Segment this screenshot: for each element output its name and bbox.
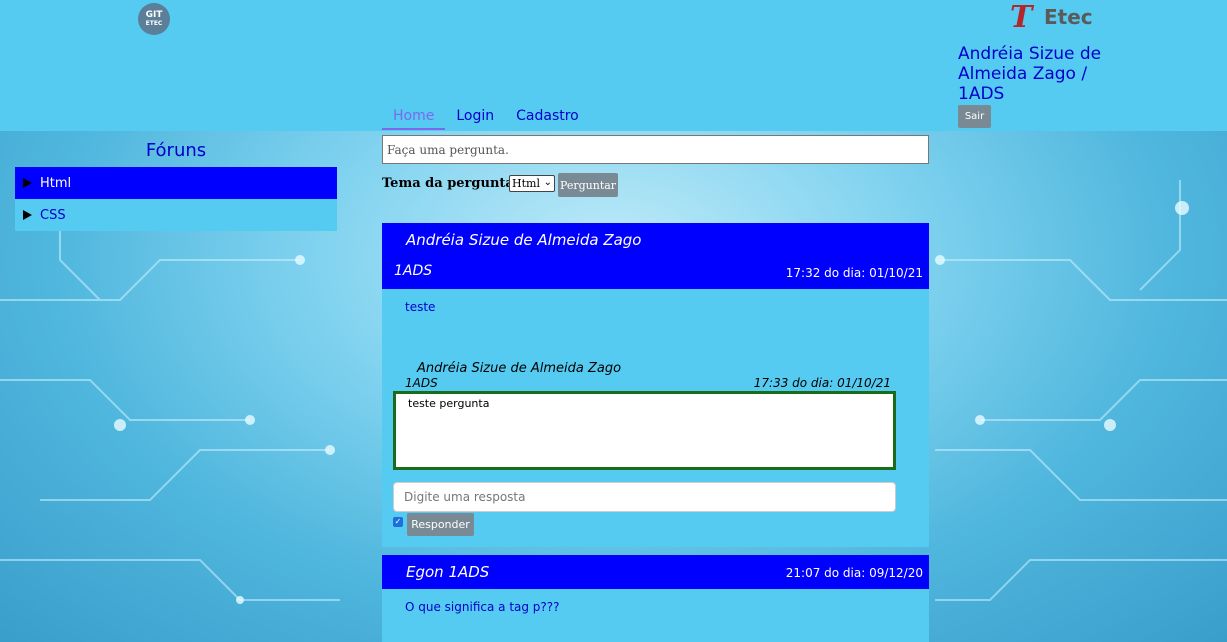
post-timestamp: 21:07 do dia: 09/12/20: [785, 566, 923, 580]
answer-button[interactable]: Responder: [407, 513, 474, 536]
reply-turma: 1ADS: [405, 376, 438, 390]
reply-timestamp: 17:33 do dia: 01/10/21: [753, 376, 891, 390]
git-logo-text: GIT: [145, 10, 163, 20]
post-timestamp: 17:32 do dia: 01/10/21: [785, 266, 923, 280]
main-nav: Home Login Cadastro: [382, 106, 590, 130]
nav-cadastro[interactable]: Cadastro: [505, 106, 590, 130]
top-header: GIT ETEC T Etec Andréia Sizue de Almeida…: [0, 0, 1227, 131]
etec-logo-text: Etec: [1044, 5, 1093, 29]
forum-item-label: CSS: [40, 207, 66, 223]
post-author: Egon 1ADS: [406, 563, 490, 581]
forum-item-html[interactable]: Html: [15, 167, 337, 199]
nav-home[interactable]: Home: [382, 106, 446, 130]
user-display-name: Andréia Sizue de Almeida Zago / 1ADS: [958, 44, 1102, 104]
answer-input[interactable]: Digite uma resposta: [393, 482, 896, 512]
reply-content: teste pergunta: [393, 391, 896, 470]
post-author: Andréia Sizue de Almeida Zago: [406, 231, 642, 249]
topic-select[interactable]: Html ⌄: [509, 175, 555, 192]
question-input[interactable]: Faça uma pergunta.: [382, 135, 929, 164]
post-header: Egon 1ADS 21:07 do dia: 09/12/20: [382, 555, 929, 589]
post-turma: 1ADS: [394, 263, 433, 279]
forums-title: Fóruns: [145, 140, 207, 161]
post-card: Egon 1ADS 21:07 do dia: 09/12/20 O que s…: [382, 555, 929, 642]
etec-logo-letter: T: [1010, 0, 1033, 35]
chevron-down-icon: ⌄: [543, 177, 552, 188]
git-etec-logo[interactable]: GIT ETEC: [138, 3, 170, 35]
post-body: teste: [405, 300, 436, 314]
etec-logo: T Etec: [1010, 2, 1100, 38]
answer-checkbox[interactable]: ✓: [393, 517, 403, 527]
topic-select-value: Html: [512, 177, 540, 190]
nav-login[interactable]: Login: [445, 106, 505, 130]
logout-button[interactable]: Sair: [958, 105, 991, 128]
post-body: O que significa a tag p???: [405, 600, 560, 614]
reply-author: Andréia Sizue de Almeida Zago: [417, 361, 622, 376]
triangle-right-icon: [23, 210, 32, 220]
post-header: Andréia Sizue de Almeida Zago 1ADS 17:32…: [382, 223, 929, 289]
post-card: Andréia Sizue de Almeida Zago 1ADS 17:32…: [382, 223, 929, 547]
forum-item-label: Html: [40, 175, 72, 191]
git-logo-subtext: ETEC: [145, 20, 163, 27]
triangle-right-icon: [23, 178, 32, 188]
forum-item-css[interactable]: CSS: [15, 199, 337, 231]
ask-button[interactable]: Perguntar: [558, 173, 618, 197]
topic-label: Tema da pergunta:: [382, 176, 519, 191]
